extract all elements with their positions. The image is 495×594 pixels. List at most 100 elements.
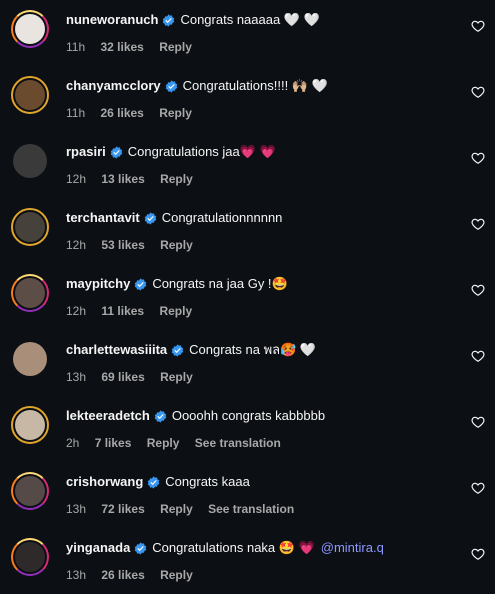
reply-button[interactable]: Reply [160,172,193,186]
comment-row: lekteeradetch Oooohh congrats kabbbbb 2h… [0,396,495,462]
verified-badge-icon [165,79,178,93]
timestamp: 13h [66,502,87,516]
comment-meta: 11h 26 likes Reply [66,106,204,120]
comment-text: Congratulations!!!! 🙌🏼 🤍 [182,78,328,93]
comment-meta: 11h 32 likes Reply [66,40,204,54]
reply-button[interactable]: Reply [160,502,193,516]
avatar-image [15,80,45,110]
see-translation-button[interactable]: See translation [208,502,294,516]
see-translation-button[interactable]: See translation [195,436,281,450]
reply-button[interactable]: Reply [159,304,192,318]
heart-outline-icon[interactable] [471,217,485,231]
reply-button[interactable]: Reply [160,370,193,384]
avatar-image [15,278,45,308]
username[interactable]: nuneworanuch [66,12,158,28]
avatar[interactable] [11,472,49,510]
comment-text: Congrats kaaa [165,474,250,489]
timestamp: 12h [66,304,87,318]
comment-row: yinganada Congratulations naka 🤩 💗 @mint… [0,528,495,594]
timestamp: 13h [66,370,87,384]
comment-line: yinganada Congratulations naka 🤩 💗 @mint… [66,540,457,556]
verified-badge-icon [147,475,160,489]
comment-line: crishorwang Congrats kaaa [66,474,457,490]
avatar[interactable] [11,76,49,114]
comment-row: chanyamcclory Congratulations!!!! 🙌🏼 🤍 1… [0,66,495,132]
comment-line: nuneworanuch Congrats naaaaa 🤍 🤍 [66,12,457,28]
comment-line: maypitchy Congrats na jaa Gy !🤩 [66,276,457,292]
username[interactable]: charlettewasiiita [66,342,167,358]
timestamp: 2h [66,436,80,450]
avatar-image [13,144,47,178]
comment-text: Congratulations naka 🤩 💗 [152,540,315,555]
comment-row: terchantavit Congratulationnnnnn 12h 53 … [0,198,495,264]
avatar[interactable] [11,406,49,444]
timestamp: 12h [66,238,87,252]
username[interactable]: terchantavit [66,210,140,226]
comment-text: Congrats naaaaa 🤍 🤍 [180,12,320,27]
comment-meta: 13h 26 likes Reply [66,568,205,582]
comments-list: nuneworanuch Congrats naaaaa 🤍 🤍 11h 32 … [0,0,495,593]
verified-badge-icon [110,145,123,159]
username[interactable]: rpasiri [66,144,106,160]
verified-badge-icon [154,409,167,423]
heart-outline-icon[interactable] [471,85,485,99]
username[interactable]: maypitchy [66,276,130,292]
heart-outline-icon[interactable] [471,481,485,495]
comment-text: Congratulations jaa💗 💗 [127,144,276,159]
heart-outline-icon[interactable] [471,151,485,165]
likes-count[interactable]: 13 likes [101,172,144,186]
reply-button[interactable]: Reply [159,106,192,120]
comment-row: crishorwang Congrats kaaa 13h 72 likes R… [0,462,495,528]
reply-button[interactable]: Reply [160,238,193,252]
likes-count[interactable]: 53 likes [101,238,144,252]
reply-button[interactable]: Reply [159,40,192,54]
username[interactable]: lekteeradetch [66,408,150,424]
verified-badge-icon [134,541,147,555]
avatar[interactable] [11,274,49,312]
comment-text: Congrats na jaa Gy !🤩 [152,276,288,291]
comment-line: terchantavit Congratulationnnnnn [66,210,457,226]
comment-row: nuneworanuch Congrats naaaaa 🤍 🤍 11h 32 … [0,0,495,66]
verified-badge-icon [144,211,157,225]
likes-count[interactable]: 26 likes [100,106,143,120]
avatar-image [15,476,45,506]
username[interactable]: crishorwang [66,474,143,490]
avatar-image [15,212,45,242]
likes-count[interactable]: 26 likes [101,568,144,582]
avatar-image [13,342,47,376]
comment-line: chanyamcclory Congratulations!!!! 🙌🏼 🤍 [66,78,457,94]
comment-meta: 13h 72 likes Reply See translation [66,502,306,516]
heart-outline-icon[interactable] [471,283,485,297]
username[interactable]: yinganada [66,540,130,556]
username[interactable]: chanyamcclory [66,78,161,94]
avatar-image [15,410,45,440]
verified-badge-icon [171,343,184,357]
avatar[interactable] [11,142,49,180]
reply-button[interactable]: Reply [160,568,193,582]
avatar[interactable] [11,208,49,246]
heart-outline-icon[interactable] [471,19,485,33]
reply-button[interactable]: Reply [147,436,180,450]
comment-meta: 13h 69 likes Reply [66,370,205,384]
avatar[interactable] [11,538,49,576]
heart-outline-icon[interactable] [471,349,485,363]
likes-count[interactable]: 7 likes [95,436,132,450]
avatar[interactable] [11,340,49,378]
verified-badge-icon [162,13,175,27]
heart-outline-icon[interactable] [471,415,485,429]
comment-meta: 12h 11 likes Reply [66,304,204,318]
timestamp: 12h [66,172,87,186]
avatar-image [15,542,45,572]
likes-count[interactable]: 11 likes [101,304,144,318]
comment-meta: 12h 13 likes Reply [66,172,205,186]
likes-count[interactable]: 72 likes [101,502,144,516]
comment-row: charlettewasiiita Congrats na พล🥵 🤍 13h … [0,330,495,396]
comment-text: Congrats na พล🥵 🤍 [189,342,317,357]
likes-count[interactable]: 32 likes [100,40,143,54]
comment-text: Congratulationnnnnn [161,210,283,225]
verified-badge-icon [134,277,147,291]
avatar[interactable] [11,10,49,48]
likes-count[interactable]: 69 likes [101,370,144,384]
heart-outline-icon[interactable] [471,547,485,561]
mention-link[interactable]: @mintira.q [321,540,384,556]
